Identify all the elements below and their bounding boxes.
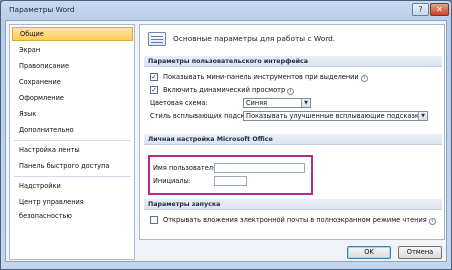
sidebar-item-customize-ribbon[interactable]: Настройка ленты — [12, 143, 133, 157]
sidebar-item-save[interactable]: Сохранение — [12, 75, 133, 89]
dialog-body: Общие Экран Правописание Сохранение Офор… — [5, 20, 447, 262]
options-icon — [148, 32, 166, 46]
sidebar-item-trust-center[interactable]: Центр управления безопасностью — [12, 195, 133, 220]
section-startup: Параметры запуска — [144, 199, 442, 210]
cancel-button[interactable]: Отмена — [398, 246, 442, 259]
initials-label: Инициалы: — [153, 177, 191, 185]
chevron-down-icon: ▼ — [418, 112, 427, 120]
options-dialog: Параметры Word ? ✕ Общие Экран Правописа… — [0, 0, 452, 270]
color-scheme-select[interactable]: Синяя ▼ — [243, 98, 311, 108]
section-ui-options: Параметры пользовательского интерфейса — [144, 56, 442, 67]
mini-toolbar-label: Показывать мини-панель инструментов при … — [163, 72, 368, 82]
sidebar-item-language[interactable]: Язык — [12, 107, 133, 121]
color-scheme-label: Цветовая схема: — [150, 99, 208, 107]
section-personalize: Личная настройка Microsoft Office — [144, 134, 442, 145]
help-button[interactable]: ? — [412, 3, 429, 16]
sidebar-divider — [14, 176, 131, 177]
close-button[interactable]: ✕ — [430, 3, 449, 16]
sidebar: Общие Экран Правописание Сохранение Офор… — [9, 24, 135, 260]
info-icon: i — [360, 75, 368, 82]
sidebar-item-proofing[interactable]: Правописание — [12, 59, 133, 73]
sidebar-item-addins[interactable]: Надстройки — [12, 179, 133, 193]
general-panel: Основные параметры для работы с Word. Па… — [139, 24, 445, 240]
sidebar-item-general[interactable]: Общие — [12, 27, 133, 41]
live-preview-checkbox[interactable]: ✓ — [150, 86, 158, 94]
window-title: Параметры Word — [9, 5, 75, 14]
user-name-label: Имя пользователя: — [153, 164, 220, 172]
sidebar-item-display[interactable]: Экран — [12, 43, 133, 57]
tooltip-style-select[interactable]: Показывать улучшенные всплывающие подска… — [243, 111, 428, 121]
chevron-down-icon: ▼ — [301, 99, 310, 107]
highlight-frame — [148, 155, 313, 195]
title-bar: Параметры Word ? ✕ — [1, 1, 451, 19]
sidebar-item-typography[interactable]: Оформление — [12, 91, 133, 105]
info-icon: i — [287, 88, 295, 95]
live-preview-label: Включить динамический просмотр i — [163, 85, 295, 95]
sidebar-item-advanced[interactable]: Дополнительно — [12, 123, 133, 137]
panel-heading: Основные параметры для работы с Word. — [173, 34, 336, 43]
sidebar-item-quick-access[interactable]: Панель быстрого доступа — [12, 159, 133, 173]
color-scheme-value: Синяя — [246, 99, 268, 107]
open-attachments-label: Открывать вложения электронной почты в п… — [163, 215, 436, 225]
info-icon: i — [428, 218, 436, 225]
tooltip-style-value: Показывать улучшенные всплывающие подска… — [246, 112, 424, 120]
user-name-input[interactable] — [214, 163, 305, 173]
ok-button[interactable]: OK — [347, 246, 391, 259]
mini-toolbar-checkbox[interactable]: ✓ — [150, 73, 158, 81]
sidebar-divider — [14, 140, 131, 141]
initials-input[interactable] — [214, 176, 247, 186]
open-attachments-checkbox[interactable] — [150, 216, 158, 224]
